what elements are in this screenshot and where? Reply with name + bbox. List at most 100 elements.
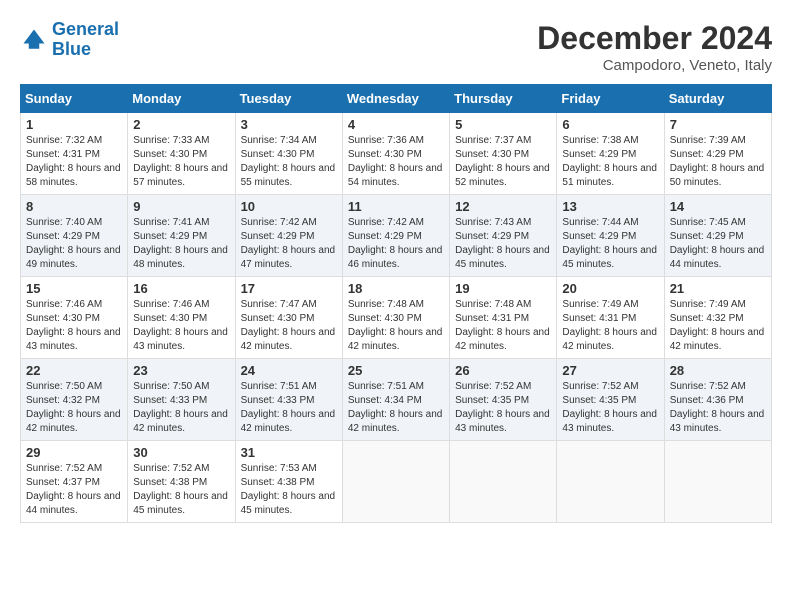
col-header-friday: Friday	[557, 85, 664, 113]
col-header-monday: Monday	[128, 85, 235, 113]
col-header-saturday: Saturday	[664, 85, 771, 113]
day-number: 20	[562, 281, 658, 296]
calendar-cell: 6 Sunrise: 7:38 AMSunset: 4:29 PMDaylight…	[557, 113, 664, 195]
cell-sun-info: Sunrise: 7:51 AMSunset: 4:34 PMDaylight:…	[348, 380, 444, 436]
calendar-cell: 14 Sunrise: 7:45 AMSunset: 4:29 PMDayligh…	[664, 195, 771, 277]
calendar-cell: 20 Sunrise: 7:49 AMSunset: 4:31 PMDayligh…	[557, 277, 664, 359]
col-header-thursday: Thursday	[450, 85, 557, 113]
day-number: 6	[562, 117, 658, 132]
calendar-cell: 2Sunrise: 7:33 AMSunset: 4:30 PMDaylight…	[128, 113, 235, 195]
day-number: 23	[133, 363, 229, 378]
day-number: 14	[670, 199, 766, 214]
calendar-cell: 5 Sunrise: 7:37 AMSunset: 4:30 PMDaylight…	[450, 113, 557, 195]
cell-sun-info: Sunrise: 7:48 AMSunset: 4:30 PMDaylight:…	[348, 298, 444, 354]
cell-sun-info: Sunrise: 7:49 AMSunset: 4:31 PMDaylight:…	[562, 298, 658, 354]
cell-sun-info: Sunrise: 7:33 AMSunset: 4:30 PMDaylight:…	[133, 134, 229, 190]
cell-sun-info: Sunrise: 7:53 AMSunset: 4:38 PMDaylight:…	[241, 462, 337, 518]
day-number: 17	[241, 281, 337, 296]
calendar-cell: 4 Sunrise: 7:36 AMSunset: 4:30 PMDaylight…	[342, 113, 449, 195]
cell-sun-info: Sunrise: 7:37 AMSunset: 4:30 PMDaylight:…	[455, 134, 551, 190]
cell-sun-info: Sunrise: 7:39 AMSunset: 4:29 PMDaylight:…	[670, 134, 766, 190]
logo-icon	[20, 26, 48, 54]
day-number: 13	[562, 199, 658, 214]
calendar-cell: 23Sunrise: 7:50 AMSunset: 4:33 PMDayligh…	[128, 359, 235, 441]
day-number: 16	[133, 281, 229, 296]
cell-sun-info: Sunrise: 7:32 AMSunset: 4:31 PMDaylight:…	[26, 134, 122, 190]
calendar-cell: 18 Sunrise: 7:48 AMSunset: 4:30 PMDayligh…	[342, 277, 449, 359]
calendar-cell: 3 Sunrise: 7:34 AMSunset: 4:30 PMDaylight…	[235, 113, 342, 195]
calendar-week-row: 1 Sunrise: 7:32 AMSunset: 4:31 PMDaylight…	[21, 113, 772, 195]
cell-sun-info: Sunrise: 7:44 AMSunset: 4:29 PMDaylight:…	[562, 216, 658, 272]
day-number: 4	[348, 117, 444, 132]
cell-sun-info: Sunrise: 7:40 AMSunset: 4:29 PMDaylight:…	[26, 216, 122, 272]
day-number: 21	[670, 281, 766, 296]
calendar-cell: 15 Sunrise: 7:46 AMSunset: 4:30 PMDayligh…	[21, 277, 128, 359]
logo: General Blue	[20, 20, 119, 60]
day-number: 30	[133, 445, 229, 460]
calendar-cell: 24 Sunrise: 7:51 AMSunset: 4:33 PMDayligh…	[235, 359, 342, 441]
calendar-cell	[557, 441, 664, 523]
col-header-wednesday: Wednesday	[342, 85, 449, 113]
cell-sun-info: Sunrise: 7:52 AMSunset: 4:36 PMDaylight:…	[670, 380, 766, 436]
day-number: 8	[26, 199, 122, 214]
day-number: 28	[670, 363, 766, 378]
day-number: 15	[26, 281, 122, 296]
calendar-cell: 12 Sunrise: 7:43 AMSunset: 4:29 PMDayligh…	[450, 195, 557, 277]
day-number: 12	[455, 199, 551, 214]
logo-text-line1: General	[52, 20, 119, 40]
cell-sun-info: Sunrise: 7:48 AMSunset: 4:31 PMDaylight:…	[455, 298, 551, 354]
day-number: 27	[562, 363, 658, 378]
day-number: 25	[348, 363, 444, 378]
calendar-cell: 17Sunrise: 7:47 AMSunset: 4:30 PMDayligh…	[235, 277, 342, 359]
day-number: 5	[455, 117, 551, 132]
calendar-cell	[342, 441, 449, 523]
calendar-cell: 30 Sunrise: 7:52 AMSunset: 4:38 PMDayligh…	[128, 441, 235, 523]
cell-sun-info: Sunrise: 7:52 AMSunset: 4:38 PMDaylight:…	[133, 462, 229, 518]
calendar-cell: 7 Sunrise: 7:39 AMSunset: 4:29 PMDaylight…	[664, 113, 771, 195]
calendar-cell: 27Sunrise: 7:52 AMSunset: 4:35 PMDayligh…	[557, 359, 664, 441]
calendar-cell: 8 Sunrise: 7:40 AMSunset: 4:29 PMDaylight…	[21, 195, 128, 277]
day-number: 1	[26, 117, 122, 132]
day-number: 29	[26, 445, 122, 460]
day-number: 3	[241, 117, 337, 132]
calendar-week-row: 22Sunrise: 7:50 AMSunset: 4:32 PMDayligh…	[21, 359, 772, 441]
calendar-header-row: SundayMondayTuesdayWednesdayThursdayFrid…	[21, 85, 772, 113]
calendar-cell: 21 Sunrise: 7:49 AMSunset: 4:32 PMDayligh…	[664, 277, 771, 359]
cell-sun-info: Sunrise: 7:41 AMSunset: 4:29 PMDaylight:…	[133, 216, 229, 272]
day-number: 24	[241, 363, 337, 378]
calendar-cell: 1 Sunrise: 7:32 AMSunset: 4:31 PMDaylight…	[21, 113, 128, 195]
calendar-table: SundayMondayTuesdayWednesdayThursdayFrid…	[20, 84, 772, 523]
cell-sun-info: Sunrise: 7:46 AMSunset: 4:30 PMDaylight:…	[26, 298, 122, 354]
title-section: December 2024 Campodoro, Veneto, Italy	[537, 20, 772, 74]
cell-sun-info: Sunrise: 7:38 AMSunset: 4:29 PMDaylight:…	[562, 134, 658, 190]
cell-sun-info: Sunrise: 7:51 AMSunset: 4:33 PMDaylight:…	[241, 380, 337, 436]
cell-sun-info: Sunrise: 7:34 AMSunset: 4:30 PMDaylight:…	[241, 134, 337, 190]
page-header: General Blue December 2024 Campodoro, Ve…	[20, 20, 772, 74]
calendar-cell: 13 Sunrise: 7:44 AMSunset: 4:29 PMDayligh…	[557, 195, 664, 277]
cell-sun-info: Sunrise: 7:43 AMSunset: 4:29 PMDaylight:…	[455, 216, 551, 272]
calendar-week-row: 29Sunrise: 7:52 AMSunset: 4:37 PMDayligh…	[21, 441, 772, 523]
calendar-cell: 9Sunrise: 7:41 AMSunset: 4:29 PMDaylight…	[128, 195, 235, 277]
cell-sun-info: Sunrise: 7:49 AMSunset: 4:32 PMDaylight:…	[670, 298, 766, 354]
calendar-cell: 16 Sunrise: 7:46 AMSunset: 4:30 PMDayligh…	[128, 277, 235, 359]
day-number: 26	[455, 363, 551, 378]
cell-sun-info: Sunrise: 7:52 AMSunset: 4:35 PMDaylight:…	[455, 380, 551, 436]
cell-sun-info: Sunrise: 7:36 AMSunset: 4:30 PMDaylight:…	[348, 134, 444, 190]
calendar-cell: 28 Sunrise: 7:52 AMSunset: 4:36 PMDayligh…	[664, 359, 771, 441]
calendar-cell: 19Sunrise: 7:48 AMSunset: 4:31 PMDayligh…	[450, 277, 557, 359]
calendar-cell: 10 Sunrise: 7:42 AMSunset: 4:29 PMDayligh…	[235, 195, 342, 277]
day-number: 10	[241, 199, 337, 214]
calendar-cell: 29Sunrise: 7:52 AMSunset: 4:37 PMDayligh…	[21, 441, 128, 523]
cell-sun-info: Sunrise: 7:46 AMSunset: 4:30 PMDaylight:…	[133, 298, 229, 354]
day-number: 7	[670, 117, 766, 132]
day-number: 31	[241, 445, 337, 460]
day-number: 18	[348, 281, 444, 296]
cell-sun-info: Sunrise: 7:45 AMSunset: 4:29 PMDaylight:…	[670, 216, 766, 272]
col-header-sunday: Sunday	[21, 85, 128, 113]
cell-sun-info: Sunrise: 7:42 AMSunset: 4:29 PMDaylight:…	[348, 216, 444, 272]
calendar-cell: 11Sunrise: 7:42 AMSunset: 4:29 PMDayligh…	[342, 195, 449, 277]
cell-sun-info: Sunrise: 7:42 AMSunset: 4:29 PMDaylight:…	[241, 216, 337, 272]
calendar-cell: 26 Sunrise: 7:52 AMSunset: 4:35 PMDayligh…	[450, 359, 557, 441]
month-year-title: December 2024	[537, 20, 772, 57]
cell-sun-info: Sunrise: 7:50 AMSunset: 4:32 PMDaylight:…	[26, 380, 122, 436]
